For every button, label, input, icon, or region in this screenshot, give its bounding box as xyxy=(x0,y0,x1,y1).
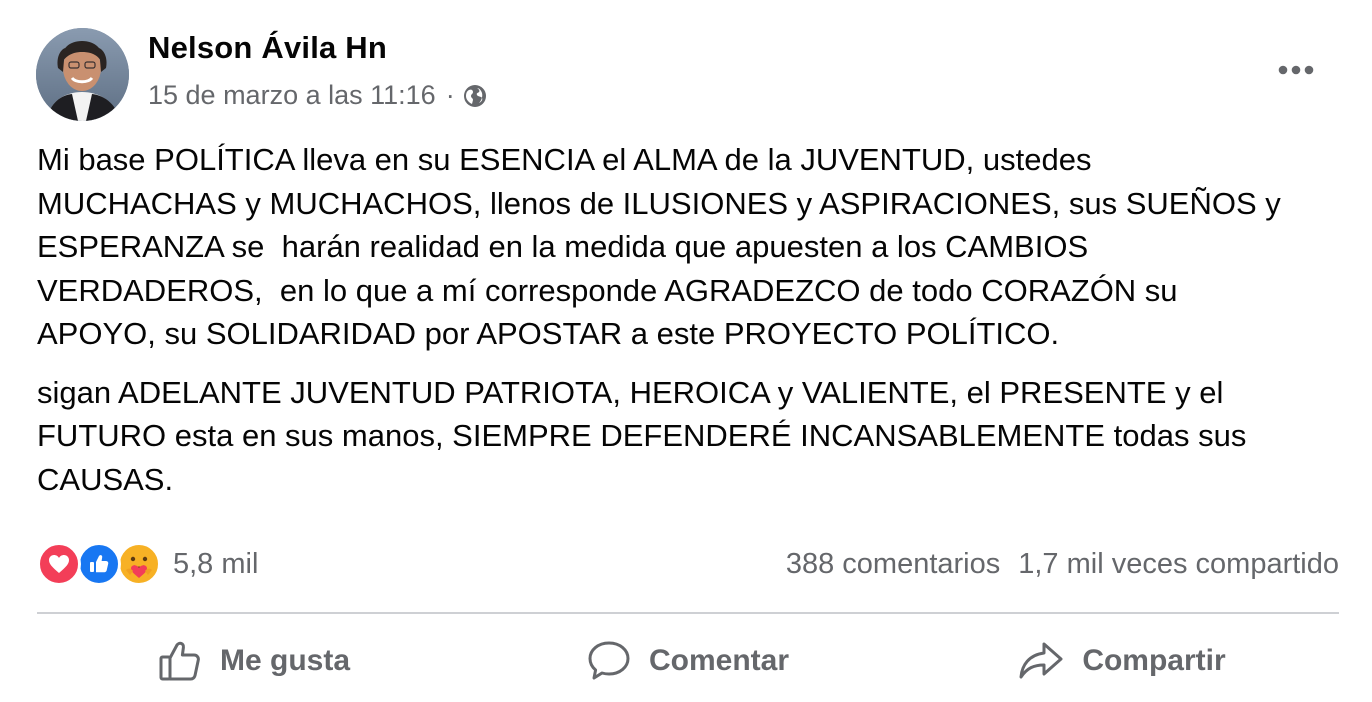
share-count[interactable]: 1,7 mil veces compartido xyxy=(1018,548,1339,581)
reaction-count[interactable]: 5,8 mil xyxy=(173,548,258,581)
globe-icon[interactable] xyxy=(463,84,487,108)
share-button[interactable]: Compartir xyxy=(905,626,1339,696)
comment-count[interactable]: 388 comentarios xyxy=(786,548,1000,581)
facebook-post: Nelson Ávila Hn 15 de marzo a las 11:16 … xyxy=(0,0,1372,702)
like-button[interactable]: Me gusta xyxy=(37,626,471,696)
comment-icon xyxy=(588,641,630,680)
meta-separator: · xyxy=(445,80,455,110)
comment-label: Comentar xyxy=(648,644,790,677)
love-reaction-icon xyxy=(37,542,81,586)
post-paragraph: Mi base POLÍTICA lleva en su ESENCIA el … xyxy=(37,142,1281,351)
divider xyxy=(37,612,1339,614)
reaction-icons xyxy=(37,542,161,586)
post-meta: 15 de marzo a las 11:16 · xyxy=(148,80,487,111)
like-label: Me gusta xyxy=(219,644,351,677)
more-options-button[interactable] xyxy=(1268,48,1324,92)
like-reaction-icon xyxy=(77,542,121,586)
post-paragraph: sigan ADELANTE JUVENTUD PATRIOTA, HEROIC… xyxy=(37,374,1247,497)
post-timestamp[interactable]: 15 de marzo a las 11:16 xyxy=(148,80,436,111)
care-reaction-icon xyxy=(117,542,161,586)
thumbs-up-icon xyxy=(159,641,200,681)
post-body: Mi base POLÍTICA lleva en su ESENCIA el … xyxy=(37,138,1337,501)
reactions-summary[interactable]: 5,8 mil xyxy=(37,542,258,586)
share-icon xyxy=(1019,642,1063,679)
author-name[interactable]: Nelson Ávila Hn xyxy=(148,30,387,66)
engagement-counts: 388 comentarios 1,7 mil veces compartido xyxy=(786,548,1339,581)
more-horizontal-icon xyxy=(1278,65,1314,75)
comment-button[interactable]: Comentar xyxy=(471,626,905,696)
post-actions: Me gusta Comentar Compartir xyxy=(37,626,1339,696)
post-stats: 5,8 mil 388 comentarios 1,7 mil veces co… xyxy=(37,538,1339,590)
share-label: Compartir xyxy=(1082,644,1226,677)
avatar[interactable] xyxy=(36,28,129,121)
